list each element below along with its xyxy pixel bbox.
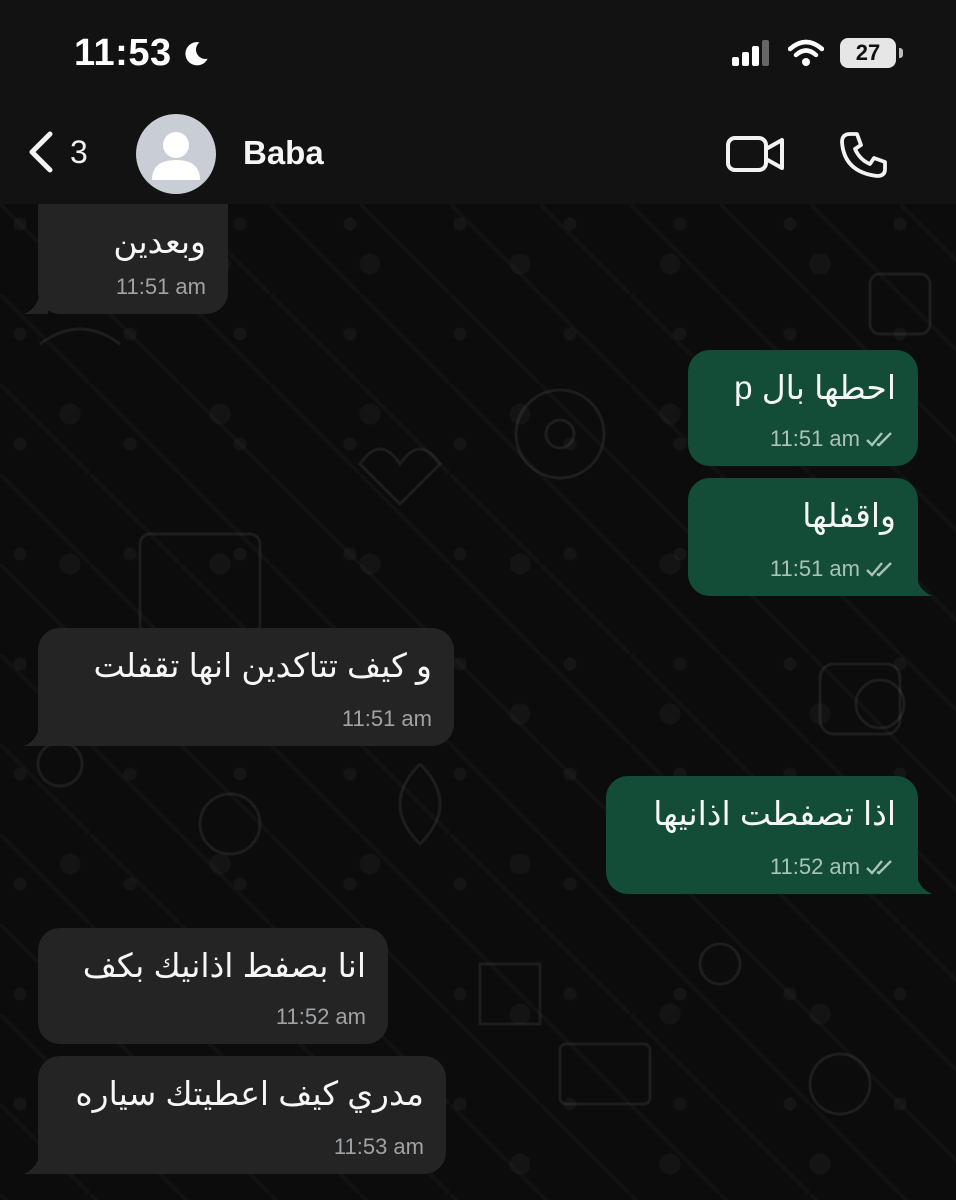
message-incoming[interactable]: انا بصفط اذانيك بكف 11:52 am (38, 928, 388, 1044)
message-time: 11:53 am (333, 1134, 424, 1159)
bubble-tail (24, 292, 48, 314)
message-time: 11:51 am (115, 274, 206, 299)
double-check-icon (866, 432, 892, 447)
phone-icon (840, 132, 887, 178)
message-text: وبعدين (113, 223, 206, 260)
message-text: و كيف تتاكدين انها تقفلت (93, 647, 433, 684)
clock: 11:53 (74, 32, 172, 74)
back-button[interactable]: 3 (26, 130, 88, 174)
message-text: اذا تصفطت اذانيها (653, 795, 896, 832)
unread-count: 3 (70, 133, 88, 170)
message-meta: 11:51 am (116, 274, 206, 300)
video-camera-icon (726, 136, 784, 172)
wifi-icon (788, 39, 824, 66)
message-outgoing[interactable]: اذا تصفطت اذانيها 11:52 am (606, 776, 932, 894)
message-outgoing[interactable]: احطها بال p 11:51 am (688, 350, 918, 466)
message-incoming[interactable]: و كيف تتاكدين انها تقفلت 11:51 am (24, 628, 454, 746)
message-text: احطها بال p (734, 369, 896, 406)
voice-call-button[interactable] (838, 130, 888, 185)
message-incoming[interactable]: مدري كيف اعطيتك سياره 11:53 am (24, 1056, 446, 1174)
message-meta: 11:52 am (276, 1004, 366, 1030)
bubble-tail (908, 574, 932, 596)
message-text: مدري كيف اعطيتك سياره (75, 1075, 424, 1112)
message-text: انا بصفط اذانيك بكف (82, 947, 366, 984)
bubble-tail (24, 1152, 48, 1174)
contact-name[interactable]: Baba (243, 134, 324, 172)
message-time: 11:51 am (769, 556, 860, 581)
chat-area[interactable]: وبعدين 11:51 am احطها بال p 11:51 am واق… (0, 204, 956, 1200)
message-time: 11:51 am (341, 706, 432, 731)
status-time: 11:53 (74, 32, 210, 75)
message-incoming[interactable]: وبعدين 11:51 am (24, 204, 228, 314)
message-meta: 11:53 am (334, 1134, 424, 1160)
avatar[interactable] (136, 114, 216, 194)
moon-icon (185, 41, 208, 65)
message-outgoing[interactable]: واقفلها 11:51 am (688, 478, 932, 596)
message-meta: 11:51 am (770, 426, 896, 452)
status-indicators: 27 (732, 38, 903, 68)
bubble-tail (908, 872, 932, 894)
battery-indicator: 27 (840, 38, 903, 68)
bubble-tail (24, 724, 48, 746)
message-time: 11:51 am (769, 426, 860, 451)
message-text: واقفلها (802, 497, 896, 534)
message-meta: 11:51 am (770, 556, 896, 582)
double-check-icon (866, 860, 892, 875)
video-call-button[interactable] (725, 132, 787, 181)
signal-icon (732, 40, 769, 66)
message-meta: 11:51 am (342, 706, 432, 732)
message-meta: 11:52 am (770, 854, 896, 880)
double-check-icon (866, 562, 892, 577)
person-icon (152, 132, 200, 180)
chat-header: 3 Baba (0, 110, 956, 204)
chevron-left-icon (29, 131, 53, 173)
message-time: 11:52 am (275, 1004, 366, 1029)
status-bar: 11:53 27 (0, 0, 956, 110)
message-time: 11:52 am (769, 854, 860, 879)
battery-level: 27 (855, 40, 881, 65)
